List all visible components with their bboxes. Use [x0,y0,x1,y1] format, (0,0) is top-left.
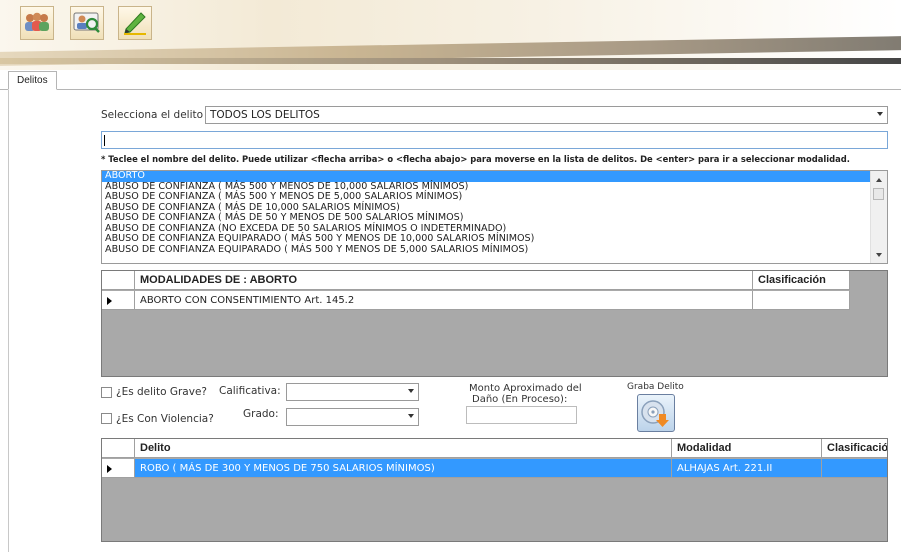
row-selector[interactable] [102,291,135,309]
search-input[interactable] [101,131,888,149]
delito-select-value: TODOS LOS DELITOS [210,109,320,121]
monto-label-line2: Daño (En Proceso): [472,394,568,405]
violencia-checkbox[interactable] [101,413,112,424]
monto-input[interactable] [466,406,577,424]
grave-checkbox[interactable] [101,387,112,398]
users-button[interactable] [20,6,54,40]
save-delito-button[interactable] [637,394,675,432]
header-banner [0,0,901,70]
row-header-cell [102,271,135,289]
column-header-modalidad[interactable]: MODALIDADES DE : ABORTO [135,271,753,289]
calificativa-select[interactable] [286,383,419,401]
violencia-label: ¿Es Con Violencia? [116,413,214,425]
pen-edit-icon [122,9,148,38]
list-item[interactable]: ABUSO DE CONFIANZA ( MÁS 500 Y MENOS DE … [102,191,887,203]
banner-divider [0,58,901,64]
delito-cell[interactable]: ROBO ( MÁS DE 300 Y MENOS DE 750 SALARIO… [135,459,672,477]
list-item[interactable]: ABORTO [102,171,887,182]
scroll-down-icon[interactable] [876,253,882,257]
person-search-icon [73,10,101,37]
calificativa-label: Calificativa: [219,385,281,397]
delito-select[interactable]: TODOS LOS DELITOS [205,106,888,124]
column-header-modalidad[interactable]: Modalidad [672,439,822,457]
scroll-up-icon[interactable] [876,178,882,182]
tab-delitos[interactable]: Delitos [8,71,57,90]
table-row[interactable]: ABORTO CON CONSENTIMIENTO Art. 145.2 [102,291,850,310]
column-header-clasificacion[interactable]: Clasificación [822,439,887,457]
column-header-clasificacion[interactable]: Clasificación [753,271,850,289]
current-row-icon [107,297,112,305]
text-caret [104,135,105,146]
delitos-grid: Delito Modalidad Clasificación ROBO ( MÁ… [101,438,888,542]
chevron-down-icon [877,112,883,116]
row-selector[interactable] [102,459,135,477]
search-hint: * Teclee el nombre del delito. Puede uti… [101,154,850,164]
chevron-down-icon [408,389,414,393]
modalidad-cell[interactable]: ALHAJAS Art. 221.II [672,459,822,477]
save-record-icon [638,400,674,434]
chevron-down-icon [408,414,414,418]
row-header-cell [102,439,135,457]
grave-label: ¿Es delito Grave? [116,386,207,398]
grado-select[interactable] [286,408,419,426]
grado-label: Grado: [243,408,279,420]
current-row-icon [107,465,112,473]
modalidades-grid-header: MODALIDADES DE : ABORTO Clasificación [102,271,850,290]
tab-strip: Delitos [0,71,901,90]
delitos-listbox[interactable]: ABORTO ABUSO DE CONFIANZA ( MÁS 500 Y ME… [101,170,888,264]
clasificacion-cell[interactable] [753,291,850,309]
listbox-scrollbar[interactable] [870,171,887,263]
list-item[interactable]: ABUSO DE CONFIANZA EQUIPARADO ( MÁS 500 … [102,233,887,245]
scroll-thumb[interactable] [873,188,884,200]
monto-label-line1: Monto Aproximado del [469,383,582,394]
column-header-delito[interactable]: Delito [135,439,672,457]
list-item[interactable]: ABUSO DE CONFIANZA ( MÁS DE 50 Y MENOS D… [102,212,887,224]
person-search-button[interactable] [70,6,104,40]
modalidades-grid: MODALIDADES DE : ABORTO Clasificación AB… [101,270,888,377]
delitos-grid-header: Delito Modalidad Clasificación [102,439,887,458]
delito-select-label: Selecciona el delito [101,109,204,121]
modalidad-cell[interactable]: ABORTO CON CONSENTIMIENTO Art. 145.2 [135,291,753,309]
save-label: Graba Delito [627,382,684,392]
users-group-icon [23,11,51,36]
edit-button[interactable] [118,6,152,40]
clasificacion-cell[interactable] [822,459,887,477]
left-border [8,90,9,552]
table-row[interactable]: ROBO ( MÁS DE 300 Y MENOS DE 750 SALARIO… [102,459,887,478]
list-item[interactable]: ABUSO DE CONFIANZA EQUIPARADO ( MÁS 500 … [102,244,887,256]
